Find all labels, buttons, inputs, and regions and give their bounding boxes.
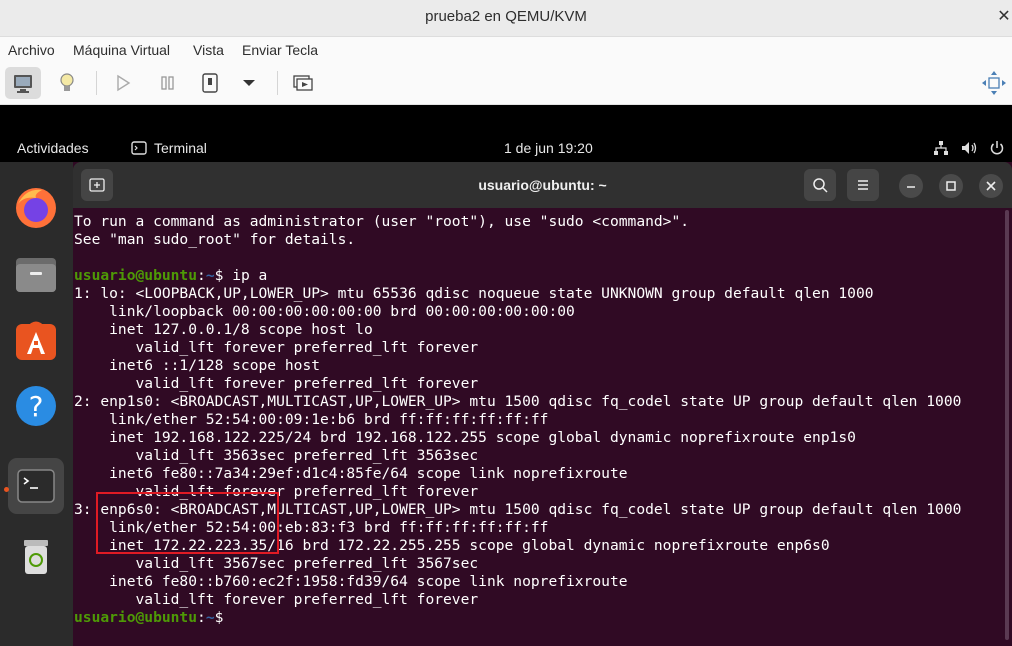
terminal-line: inet 127.0.0.1/8 scope host lo: [74, 321, 373, 338]
terminal-output[interactable]: To run a command as administrator (user …: [73, 208, 1003, 646]
network-icon[interactable]: [933, 140, 949, 156]
monitor-icon: [14, 75, 32, 93]
command-text: ip a: [223, 267, 268, 284]
menu-bar: Archivo Máquina Virtual Vista Enviar Tec…: [0, 36, 1012, 63]
terminal-line: See "man sudo_root" for details.: [74, 231, 356, 248]
menu-vista[interactable]: Vista: [193, 37, 224, 63]
terminal-line: inet6 fe80::7a34:29ef:d1c4:85fe/64 scope…: [74, 465, 628, 482]
pause-icon: [161, 76, 174, 90]
help-icon: ?: [16, 386, 56, 426]
terminal-line: inet6 fe80::b760:ec2f:1958:fd39/64 scope…: [74, 573, 628, 590]
toolbar: [0, 62, 1012, 105]
snapshots-icon: [293, 75, 313, 91]
volume-icon[interactable]: [961, 140, 979, 156]
power-icon: [202, 73, 218, 93]
menu-archivo[interactable]: Archivo: [8, 37, 55, 63]
fullscreen-icon: [982, 71, 1006, 95]
console-view-button[interactable]: [5, 67, 41, 99]
prompt-path: ~: [205, 609, 215, 626]
shutdown-button[interactable]: [192, 67, 228, 99]
lightbulb-icon: [60, 73, 74, 91]
play-icon: [117, 74, 131, 92]
search-button[interactable]: [804, 169, 836, 201]
firefox-icon: [16, 188, 56, 228]
terminal-app-icon: [131, 141, 147, 155]
details-view-button[interactable]: [49, 67, 85, 99]
minimize-button[interactable]: [899, 174, 923, 198]
prompt-separator: :: [197, 267, 206, 284]
menu-button[interactable]: [847, 169, 879, 201]
terminal-line: valid_lft forever preferred_lft forever: [74, 339, 479, 356]
terminal-line: valid_lft 3567sec preferred_lft 3567sec: [74, 555, 479, 572]
terminal-line: To run a command as administrator (user …: [74, 213, 690, 230]
maximize-button[interactable]: [939, 174, 963, 198]
highlight-box: [96, 492, 279, 554]
dock-help[interactable]: ?: [8, 378, 64, 434]
terminal-line: usuario@ubuntu:~$: [74, 609, 232, 627]
activities-button[interactable]: Actividades: [17, 134, 89, 162]
focused-app-name[interactable]: Terminal: [154, 134, 207, 162]
terminal-line: link/loopback 00:00:00:00:00:00 brd 00:0…: [74, 303, 575, 320]
window-close-button[interactable]: ✕: [996, 2, 1012, 32]
terminal-line: valid_lft forever preferred_lft forever: [74, 375, 479, 392]
terminal-header: usuario@ubuntu: ~: [73, 162, 1012, 208]
terminal-line: inet6 ::1/128 scope host: [74, 357, 321, 374]
running-indicator: [4, 487, 9, 492]
terminal-line: 1: lo: <LOOPBACK,UP,LOWER_UP> mtu 65536 …: [74, 285, 874, 302]
terminal-window[interactable]: usuario@ubuntu: ~ To run a command as ad…: [73, 162, 1012, 646]
window-title: prueba2 en QEMU/KVM: [425, 8, 587, 25]
terminal-line: valid_lft 3563sec preferred_lft 3563sec: [74, 447, 479, 464]
dropdown-arrow-icon: [243, 80, 255, 86]
snapshots-button[interactable]: [285, 67, 321, 99]
hamburger-menu-icon: [858, 180, 868, 190]
pause-button[interactable]: [149, 67, 185, 99]
power-menu-icon[interactable]: [989, 140, 1005, 156]
toolbar-separator: [277, 71, 278, 95]
run-button[interactable]: [105, 67, 141, 99]
shutdown-menu-button[interactable]: [231, 67, 267, 99]
window-titlebar: prueba2 en QEMU/KVM ✕: [0, 0, 1012, 36]
files-icon: [16, 258, 56, 292]
prompt-user: usuario@ubuntu: [74, 609, 198, 626]
gnome-top-bar: Actividades Terminal 1 de jun 19:20: [0, 134, 1012, 162]
prompt-separator: :: [197, 609, 206, 626]
terminal-line: inet 192.168.122.225/24 brd 192.168.122.…: [74, 429, 856, 446]
clock[interactable]: 1 de jun 19:20: [504, 134, 593, 162]
ubuntu-dock: ?: [0, 162, 73, 646]
terminal-icon: [17, 469, 55, 503]
fullscreen-button[interactable]: [976, 67, 1012, 99]
dock-files[interactable]: [8, 246, 64, 302]
cursor-space: [223, 609, 232, 626]
terminal-line: usuario@ubuntu:~$ ip a: [74, 267, 267, 285]
prompt-user: usuario@ubuntu: [74, 267, 198, 284]
vm-display[interactable]: Actividades Terminal 1 de jun 19:20 ? us…: [0, 134, 1012, 646]
terminal-line: link/ether 52:54:00:09:1e:b6 brd ff:ff:f…: [74, 411, 549, 428]
terminal-line: valid_lft forever preferred_lft forever: [74, 591, 479, 608]
close-icon: [986, 181, 996, 191]
dock-app-center[interactable]: [8, 312, 64, 368]
prompt-path: ~: [205, 267, 215, 284]
minimize-icon: [907, 186, 915, 188]
terminal-scrollbar[interactable]: [1005, 210, 1009, 640]
dock-trash[interactable]: [8, 528, 64, 584]
svg-text:?: ?: [29, 390, 44, 423]
toolbar-separator: [96, 71, 97, 95]
dock-terminal[interactable]: [8, 458, 64, 514]
menu-maquina-virtual[interactable]: Máquina Virtual: [73, 37, 170, 63]
maximize-icon: [946, 181, 956, 191]
terminal-line: 2: enp1s0: <BROADCAST,MULTICAST,UP,LOWER…: [74, 393, 962, 410]
menu-enviar-tecla[interactable]: Enviar Tecla: [242, 37, 318, 63]
trash-icon: [24, 540, 48, 574]
search-icon: [813, 178, 828, 193]
app-center-icon: [16, 321, 56, 360]
close-button[interactable]: [979, 174, 1003, 198]
dock-firefox[interactable]: [8, 180, 64, 236]
